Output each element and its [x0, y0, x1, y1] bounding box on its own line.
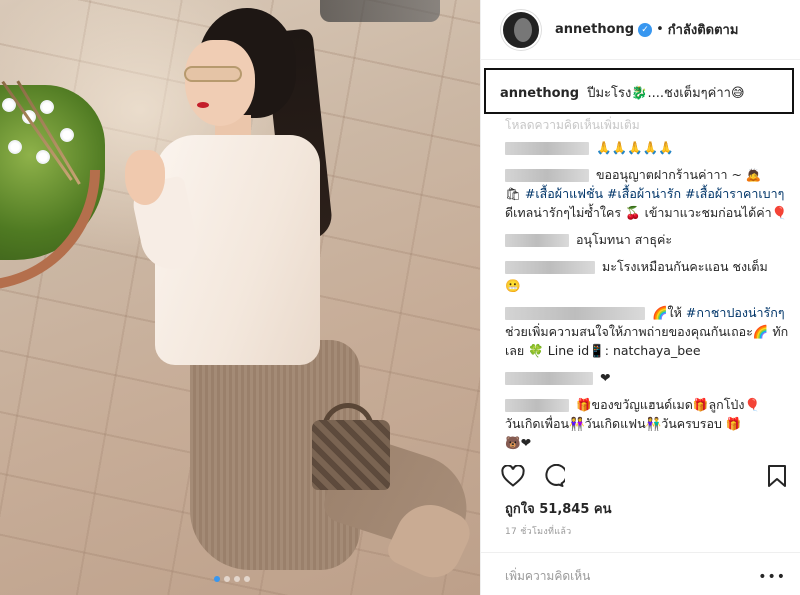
carousel-dot[interactable]: [234, 576, 240, 582]
comment-text: 🙏🙏🙏🙏🙏: [595, 140, 674, 155]
blurred-username[interactable]: [505, 261, 595, 274]
comment-bubble-icon[interactable]: [540, 463, 566, 489]
post-caption: annethong ปีมะโรง🐉....ชงเต็มๆค่าา😅: [484, 68, 794, 114]
blurred-username[interactable]: [505, 142, 589, 155]
caption-username[interactable]: annethong: [500, 86, 579, 101]
photo-flower: [8, 140, 22, 154]
carousel-dot[interactable]: [244, 576, 250, 582]
load-more-comments-link[interactable]: โหลดความคิดเห็นเพิ่มเติม: [505, 116, 640, 135]
verified-badge-icon: ✓: [638, 22, 653, 37]
comment-emoji: 😬: [505, 278, 521, 293]
add-comment-placeholder: เพิ่มความคิดเห็น: [505, 569, 591, 583]
comment-text-line2: วันเกิดเพื่อน👭วันเกิดแฟน👫วันครบรอบ 🎁: [505, 416, 742, 431]
like-count[interactable]: ถูกใจ 51,845 คน: [505, 498, 612, 519]
comment-text-continued: ดีเทลน่ารักๆไม่ซ้ำใคร 🍒 เข้ามาแวะชมก่อนไ…: [505, 205, 788, 220]
photo-sunglasses: [184, 66, 242, 82]
comment-item: อนุโมทนา สาธุค่ะ: [505, 230, 793, 249]
carousel-dot[interactable]: [224, 576, 230, 582]
photo-praying-hands: [125, 150, 165, 205]
photo-flower: [36, 150, 50, 164]
photo-face: [185, 40, 255, 126]
comment-text: มะโรงเหมือนกันคะแอน ชงเต็ม: [601, 259, 768, 274]
add-comment-field[interactable]: เพิ่มความคิดเห็น •••: [480, 552, 800, 595]
photo-background-person: [320, 0, 440, 22]
blurred-username[interactable]: [505, 307, 645, 320]
blurred-username[interactable]: [505, 234, 569, 247]
comment-hashtag[interactable]: #กาชาปองน่ารักๆ: [686, 305, 785, 320]
following-button[interactable]: กำลังติดตาม: [668, 19, 739, 40]
comment-emoji: 🛍: [505, 186, 521, 201]
comment-item: ❤: [505, 368, 793, 387]
comment-text: 🎁ของขวัญแฮนด์เมด🎁ลูกโป่ง🎈: [575, 397, 761, 412]
comment-list: 🙏🙏🙏🙏🙏 ขออนุญาตฝากร้านค่าาา ~ 🙇 🛍 #เสื้อผ…: [505, 138, 793, 460]
header-username[interactable]: annethong: [555, 22, 634, 37]
post-timestamp[interactable]: 17 ชั่วโมงที่แล้ว: [505, 524, 572, 538]
post-actions: [480, 458, 800, 494]
comment-text: ❤: [599, 370, 611, 385]
blurred-username[interactable]: [505, 169, 589, 182]
more-options-icon[interactable]: •••: [758, 569, 786, 585]
blurred-username[interactable]: [505, 399, 569, 412]
carousel-indicator: [214, 576, 250, 582]
photo-handbag: [312, 420, 390, 490]
header-separator: •: [656, 22, 664, 37]
comment-item: 🌈ให้ #กาชาปองน่ารักๆ ช่วยเพิ่มความสนใจให…: [505, 303, 793, 360]
post-photo[interactable]: [0, 0, 480, 595]
heart-icon[interactable]: [500, 463, 526, 489]
post-header: annethong ✓ • กำลังติดตาม: [481, 0, 800, 60]
comment-hashtags[interactable]: #เสื้อผ้าแฟชั่น #เสื้อผ้าน่ารัก #เสื้อผ้…: [525, 186, 784, 201]
photo-flower: [60, 128, 74, 142]
photo-lips: [197, 102, 209, 108]
comment-text-continued: ช่วยเพิ่มความสนใจให้ภาพถ่ายของคุณกันเถอะ…: [505, 324, 789, 358]
comment-text: อนุโมทนา สาธุค่ะ: [575, 232, 673, 247]
comment-item: มะโรงเหมือนกันคะแอน ชงเต็ม 😬: [505, 257, 793, 295]
comment-item: 🙏🙏🙏🙏🙏: [505, 138, 793, 157]
bookmark-icon[interactable]: [764, 463, 790, 489]
comment-item: ขออนุญาตฝากร้านค่าาา ~ 🙇 🛍 #เสื้อผ้าแฟชั…: [505, 165, 793, 222]
avatar[interactable]: [501, 9, 541, 50]
blurred-username[interactable]: [505, 372, 593, 385]
carousel-dot-active[interactable]: [214, 576, 220, 582]
comment-emoji: 🐻❤: [505, 435, 532, 450]
comment-item: 🎁ของขวัญแฮนด์เมด🎁ลูกโป่ง🎈 วันเกิดเพื่อน👭…: [505, 395, 793, 452]
comment-text: 🌈ให้: [651, 305, 686, 320]
caption-text: ปีมะโรง🐉....ชงเต็มๆค่าา😅: [587, 86, 745, 101]
comment-text: ขออนุญาตฝากร้านค่าาา ~ 🙇: [595, 167, 762, 182]
photo-flower: [40, 100, 54, 114]
